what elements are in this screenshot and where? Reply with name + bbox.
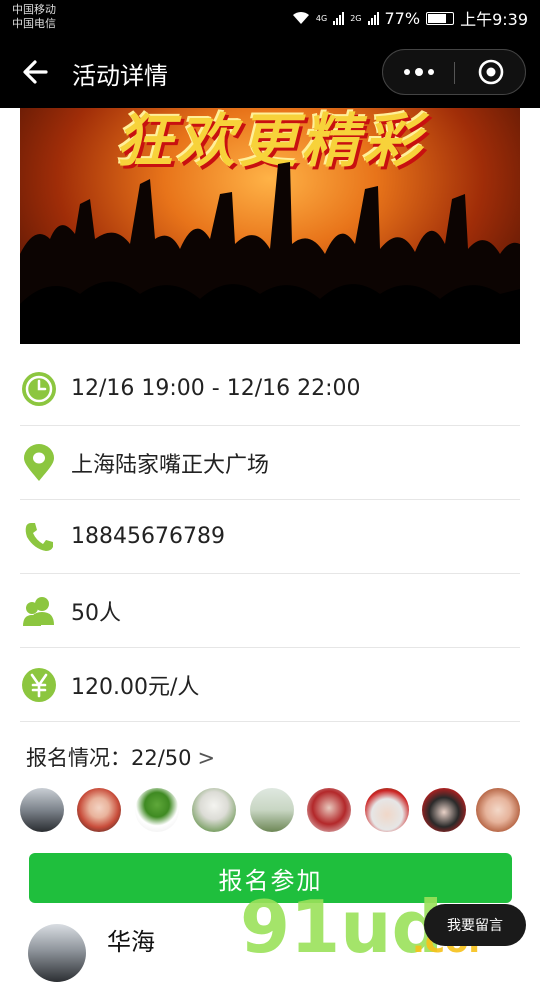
clock: 上午9:39: [460, 10, 528, 29]
event-time: 12/16 19:00 - 12/16 22:00: [71, 376, 361, 401]
signal-2-icon: [367, 11, 379, 25]
info-row-price: 120.00元/人: [20, 648, 520, 722]
crowd-silhouette: [20, 162, 520, 344]
avatar[interactable]: [476, 788, 520, 832]
attendee-avatars: [20, 788, 520, 834]
info-row-capacity: 50人: [20, 574, 520, 648]
leave-message-button[interactable]: 我要留言: [424, 904, 526, 946]
miniprogram-capsule: [382, 49, 526, 95]
avatar[interactable]: [307, 788, 351, 832]
event-banner: 狂欢更精彩: [20, 108, 520, 344]
join-button[interactable]: 报名参加: [29, 853, 512, 903]
event-capacity: 50人: [71, 600, 121, 626]
avatar[interactable]: [192, 788, 236, 832]
clock-icon: [20, 370, 58, 408]
signal-1-icon: [333, 11, 345, 25]
back-button[interactable]: [18, 54, 54, 90]
wifi-icon: [292, 11, 309, 24]
page-title: 活动详情: [72, 62, 168, 90]
arrow-left-icon: [23, 60, 48, 84]
network-1-label: 4G: [315, 13, 328, 23]
chevron-right-icon: >: [197, 746, 216, 770]
event-location: 上海陆家嘴正大广场: [71, 452, 270, 478]
event-phone: 18845676789: [71, 524, 225, 549]
battery-icon: [426, 11, 455, 25]
carrier-info: 中国移动 中国电信: [12, 3, 56, 31]
avatar[interactable]: [250, 788, 294, 832]
info-row-phone[interactable]: 18845676789: [20, 500, 520, 574]
carrier-1: 中国移动: [12, 3, 56, 16]
people-icon: [20, 592, 58, 630]
network-2-label: 2G: [350, 13, 362, 23]
avatar: [28, 924, 86, 982]
target-close-icon: [478, 59, 503, 85]
avatar[interactable]: [135, 788, 179, 832]
status-right: 4G 2G 77% 上午9:39: [292, 6, 528, 30]
avatar[interactable]: [365, 788, 409, 832]
avatar[interactable]: [20, 788, 64, 832]
close-button[interactable]: [455, 50, 526, 94]
avatar[interactable]: [77, 788, 121, 832]
status-bar: 中国移动 中国电信 4G 2G 77% 上午9:39: [0, 0, 540, 36]
battery-percent: 77%: [384, 8, 421, 28]
location-pin-icon: [20, 443, 58, 482]
signup-label: 报名情况：: [26, 746, 131, 770]
commenter-name: 华海: [107, 928, 155, 956]
more-dots-icon: [403, 68, 434, 76]
nav-bar: 活动详情: [0, 36, 540, 108]
avatar[interactable]: [422, 788, 466, 832]
info-row-time: 12/16 19:00 - 12/16 22:00: [20, 352, 520, 426]
event-price: 120.00元/人: [71, 674, 200, 700]
signup-count: 22/50: [131, 746, 192, 770]
yuan-icon: [20, 666, 58, 704]
info-row-location[interactable]: 上海陆家嘴正大广场: [20, 426, 520, 500]
phone-icon: [20, 518, 58, 556]
signup-status[interactable]: 报名情况：22/50 >: [26, 742, 215, 772]
more-button[interactable]: [383, 50, 454, 94]
carrier-2: 中国电信: [12, 17, 56, 30]
